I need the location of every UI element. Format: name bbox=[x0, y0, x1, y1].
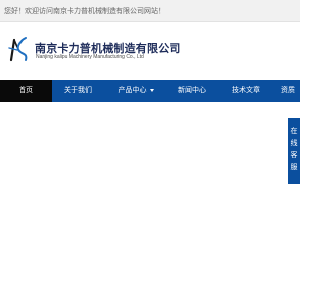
nav-item-about[interactable]: 关于我们 bbox=[52, 80, 104, 102]
welcome-text: 您好！欢迎访问南京卡力普机械制造有限公司网站！ bbox=[4, 8, 165, 15]
nav-item-label: 首页 bbox=[19, 87, 33, 94]
nav-item-news[interactable]: 新闻中心 bbox=[166, 80, 218, 102]
nav-item-label: 产品中心 bbox=[118, 87, 147, 94]
nav-item-label: 新闻中心 bbox=[178, 87, 206, 94]
company-logo-icon[interactable] bbox=[6, 36, 32, 62]
nav-item-label: 关于我们 bbox=[64, 87, 92, 94]
top-bar: 您好！欢迎访问南京卡力普机械制造有限公司网站！ bbox=[0, 0, 300, 22]
service-char: 客 bbox=[290, 152, 298, 159]
nav-item-label: 技术文章 bbox=[232, 87, 260, 94]
company-name-english: Nanjing kalipu Machinery Manufacturing C… bbox=[36, 54, 144, 60]
nav-item-products[interactable]: 产品中心 bbox=[108, 80, 164, 102]
nav-item-home[interactable]: 首页 bbox=[0, 80, 52, 102]
nav-item-articles[interactable]: 技术文章 bbox=[220, 80, 272, 102]
nav-item-qualifications[interactable]: 资质 bbox=[281, 80, 300, 102]
online-service-button[interactable]: 在 线 客 服 bbox=[288, 118, 300, 184]
chevron-down-icon bbox=[149, 88, 154, 92]
service-char: 在 bbox=[290, 128, 298, 135]
service-char: 服 bbox=[290, 164, 298, 171]
main-nav: 首页 关于我们 产品中心 新闻中心 技术文章 资质 bbox=[0, 80, 300, 102]
nav-item-label: 资质 bbox=[281, 87, 295, 94]
service-char: 线 bbox=[290, 140, 298, 147]
